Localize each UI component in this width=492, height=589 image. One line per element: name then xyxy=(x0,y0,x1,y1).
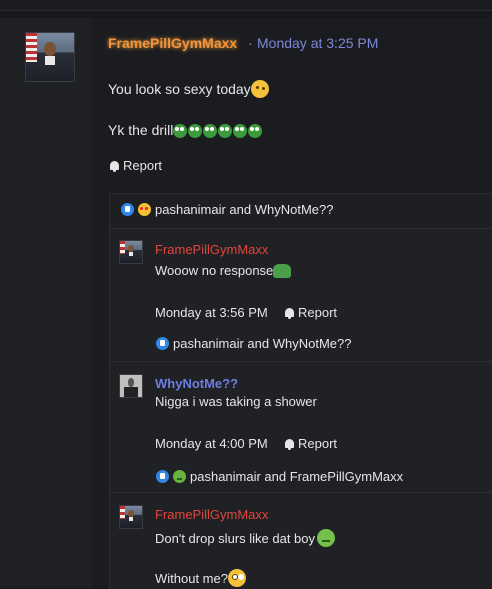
post-line-2-text: Yk the drill xyxy=(108,122,174,138)
winking-face-icon xyxy=(250,80,269,98)
bell-icon xyxy=(285,308,294,319)
report-label: Report xyxy=(123,158,163,173)
comment-2-author[interactable]: WhyNotMe?? xyxy=(155,376,238,391)
comment-1-reactions-text: pashanimair and WhyNotMe?? xyxy=(173,336,352,351)
bell-icon xyxy=(285,439,294,450)
report-label: Report xyxy=(298,305,338,320)
bell-icon xyxy=(110,161,119,172)
comment-1-timestamp[interactable]: Monday at 3:56 PM xyxy=(155,305,268,320)
previous-post-edge xyxy=(0,0,492,11)
post-report-button[interactable]: Report xyxy=(110,158,162,173)
heart-eyes-reaction-icon xyxy=(138,203,151,216)
meta-separator: · xyxy=(248,35,253,51)
comment-3-text: Don't drop slurs like dat boy xyxy=(155,531,316,546)
avatar-shirt xyxy=(45,56,55,65)
comment-2-text: Nigga i was taking a shower xyxy=(155,394,317,409)
like-reaction-icon xyxy=(156,470,169,483)
avatar-flag xyxy=(26,33,37,62)
post-reactions[interactable]: pashanimair and WhyNotMe?? xyxy=(121,202,333,217)
report-label: Report xyxy=(298,436,338,451)
comment-2: WhyNotMe?? Nigga i was taking a shower M… xyxy=(110,361,492,492)
comment-2-reactions[interactable]: pashanimair and FramePillGymMaxx xyxy=(156,469,403,484)
comment-3-author[interactable]: FramePillGymMaxx xyxy=(155,507,268,522)
comment-2-reactions-text: pashanimair and FramePillGymMaxx xyxy=(190,469,404,484)
comment-3-body: Don't drop slurs like dat boy xyxy=(155,529,336,547)
post-line-2: Yk the drill xyxy=(108,122,263,138)
like-reaction-icon xyxy=(156,337,169,350)
author-avatar[interactable] xyxy=(25,32,75,82)
post-timestamp[interactable]: Monday at 3:25 PM xyxy=(257,35,378,51)
comment-3: FramePillGymMaxx Don't drop slurs like d… xyxy=(110,492,492,589)
comment-1-avatar[interactable] xyxy=(119,240,143,264)
rolling-eyes-icon xyxy=(227,569,246,587)
avatar-face xyxy=(44,41,56,57)
post-user-column xyxy=(0,18,92,588)
comment-1-reactions[interactable]: pashanimair and WhyNotMe?? xyxy=(156,336,351,351)
nauseated-face-icon xyxy=(317,529,336,547)
comment-3-body-2: Without me? xyxy=(155,569,246,587)
comment-2-report-button[interactable]: Report xyxy=(285,436,337,451)
comment-1-author[interactable]: FramePillGymMaxx xyxy=(155,242,268,257)
post-line-1-text: You look so sexy today xyxy=(108,81,251,97)
post-reactions-text: pashanimair and WhyNotMe?? xyxy=(155,202,334,217)
nauseated-face-reaction-icon xyxy=(173,470,186,483)
comment-3-avatar[interactable] xyxy=(119,505,143,529)
comment-2-avatar[interactable] xyxy=(119,374,143,398)
comment-1-body: Wooow no response xyxy=(155,263,292,278)
frog-emoji-row-icon xyxy=(173,122,263,138)
like-reaction-icon xyxy=(121,203,134,216)
pepe-emoji-icon xyxy=(273,264,292,278)
comment-2-timestamp[interactable]: Monday at 4:00 PM xyxy=(155,436,268,451)
comment-1-text: Wooow no response xyxy=(155,263,274,278)
comment-1-report-button[interactable]: Report xyxy=(285,305,337,320)
comment-1: FramePillGymMaxx Wooow no response Monda… xyxy=(110,228,492,361)
comment-3-text-2: Without me? xyxy=(155,571,228,586)
post-author[interactable]: FramePillGymMaxx xyxy=(108,35,237,51)
post-line-1: You look so sexy today xyxy=(108,80,269,98)
